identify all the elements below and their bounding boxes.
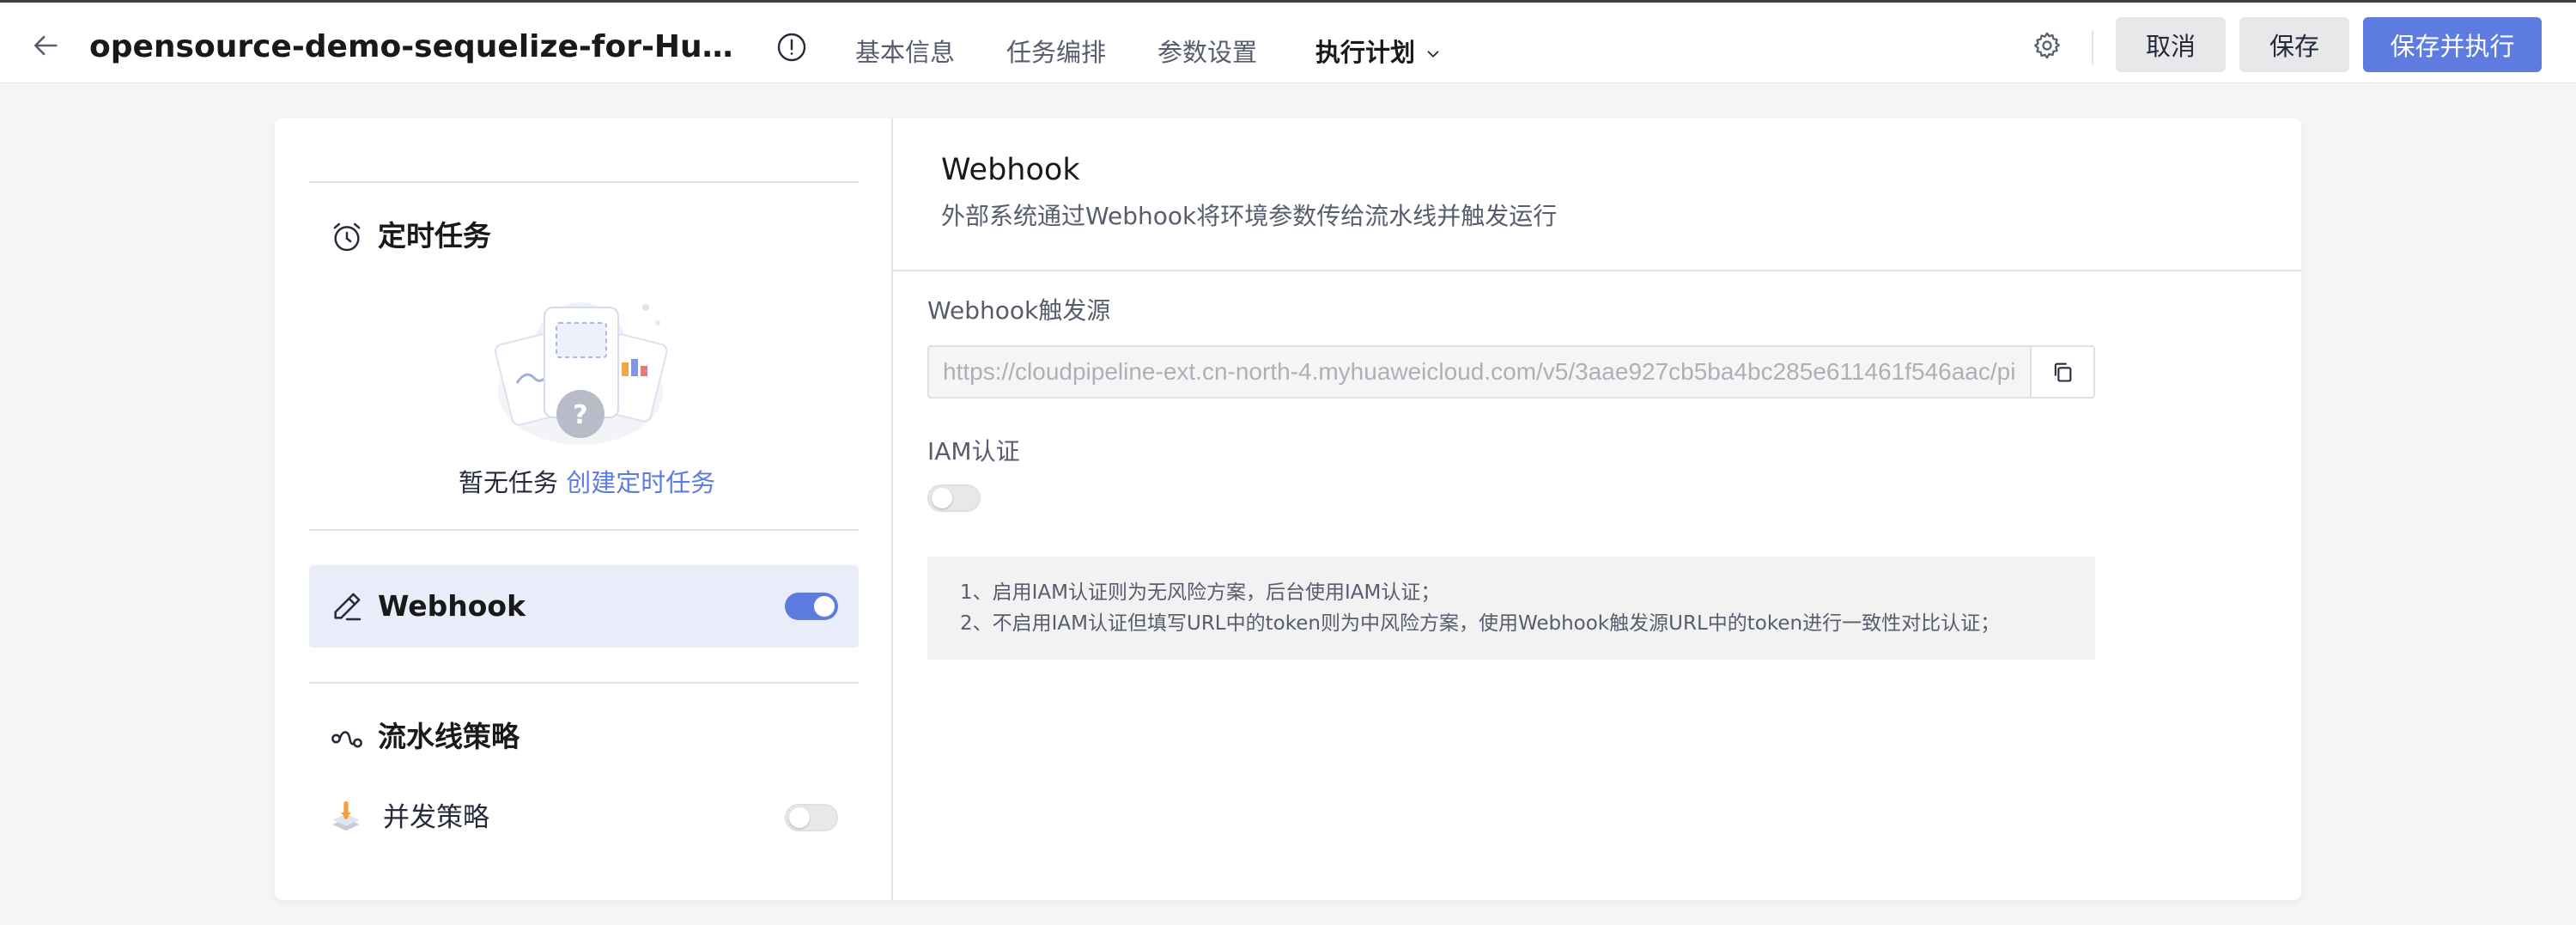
scheduled-empty-state: 暂无任务 创建定时任务 bbox=[459, 466, 715, 500]
cancel-button[interactable]: 取消 bbox=[2116, 17, 2226, 72]
pipeline-strategy-icon bbox=[331, 731, 362, 748]
iam-auth-toggle[interactable] bbox=[927, 484, 981, 512]
section-divider bbox=[309, 181, 859, 183]
webhook-source-label: Webhook触发源 bbox=[927, 296, 1111, 325]
copy-icon bbox=[2054, 362, 2072, 382]
webhook-panel-title: Webhook bbox=[941, 153, 1080, 187]
section-divider bbox=[309, 529, 859, 531]
back-button[interactable] bbox=[29, 28, 64, 63]
create-scheduled-task-link[interactable]: 创建定时任务 bbox=[566, 468, 715, 497]
copy-url-button[interactable] bbox=[2030, 345, 2095, 399]
pipeline-strategy-title: 流水线策略 bbox=[378, 720, 519, 753]
info-icon[interactable] bbox=[776, 32, 807, 63]
iam-auth-label: IAM认证 bbox=[927, 437, 1020, 466]
arrow-left-icon bbox=[33, 35, 58, 56]
toggle-knob bbox=[789, 807, 810, 828]
tab-task-orchestration[interactable]: 任务编排 bbox=[1006, 35, 1106, 70]
note-line: 1、启用IAM认证则为无风险方案，后台使用IAM认证； bbox=[960, 581, 1441, 604]
toggle-knob bbox=[814, 596, 835, 617]
pipeline-title: opensource-demo-sequelize-for-Huawei-2..… bbox=[89, 29, 742, 64]
empty-text: 暂无任务 bbox=[459, 468, 559, 497]
concurrency-icon bbox=[332, 800, 360, 831]
tab-execution-plan[interactable]: 执行计划 bbox=[1315, 35, 1443, 70]
alarm-clock-icon bbox=[333, 222, 361, 252]
concurrency-label: 并发策略 bbox=[383, 802, 489, 833]
save-button[interactable]: 保存 bbox=[2239, 17, 2349, 72]
header-divider bbox=[2092, 30, 2093, 64]
sidebar-item-webhook[interactable]: Webhook bbox=[309, 565, 859, 648]
svg-text:?: ? bbox=[573, 400, 587, 430]
note-line: 2、不启用IAM认证但填写URL中的token则为中风险方案，使用Webhook… bbox=[960, 612, 2001, 635]
security-notes: 1、启用IAM认证则为无风险方案，后台使用IAM认证； 2、不启用IAM认证但填… bbox=[927, 557, 2095, 660]
gear-icon[interactable] bbox=[2032, 30, 2063, 61]
panel-header-divider bbox=[893, 270, 2301, 271]
execution-plan-card bbox=[275, 119, 2301, 900]
tab-parameter-settings[interactable]: 参数设置 bbox=[1157, 35, 1257, 70]
pencil-icon bbox=[334, 593, 361, 621]
panel-divider bbox=[891, 119, 893, 900]
save-and-run-button[interactable]: 保存并执行 bbox=[2363, 17, 2542, 72]
webhook-label: Webhook bbox=[378, 589, 526, 623]
scheduled-task-title: 定时任务 bbox=[378, 219, 491, 253]
toggle-knob bbox=[932, 488, 952, 508]
empty-state-illustration: ? bbox=[495, 302, 668, 445]
chevron-down-icon bbox=[1427, 51, 1439, 58]
tab-execution-plan-label: 执行计划 bbox=[1315, 38, 1416, 67]
webhook-description: 外部系统通过Webhook将环境参数传给流水线并触发运行 bbox=[941, 202, 1558, 230]
page-header: opensource-demo-sequelize-for-Huawei-2..… bbox=[0, 3, 2576, 83]
tab-basic-info[interactable]: 基本信息 bbox=[855, 35, 955, 70]
webhook-toggle[interactable] bbox=[785, 593, 838, 620]
webhook-url-field[interactable]: https://cloudpipeline-ext.cn-north-4.myh… bbox=[927, 345, 2032, 399]
concurrency-toggle[interactable] bbox=[785, 804, 838, 831]
section-divider bbox=[309, 682, 859, 684]
